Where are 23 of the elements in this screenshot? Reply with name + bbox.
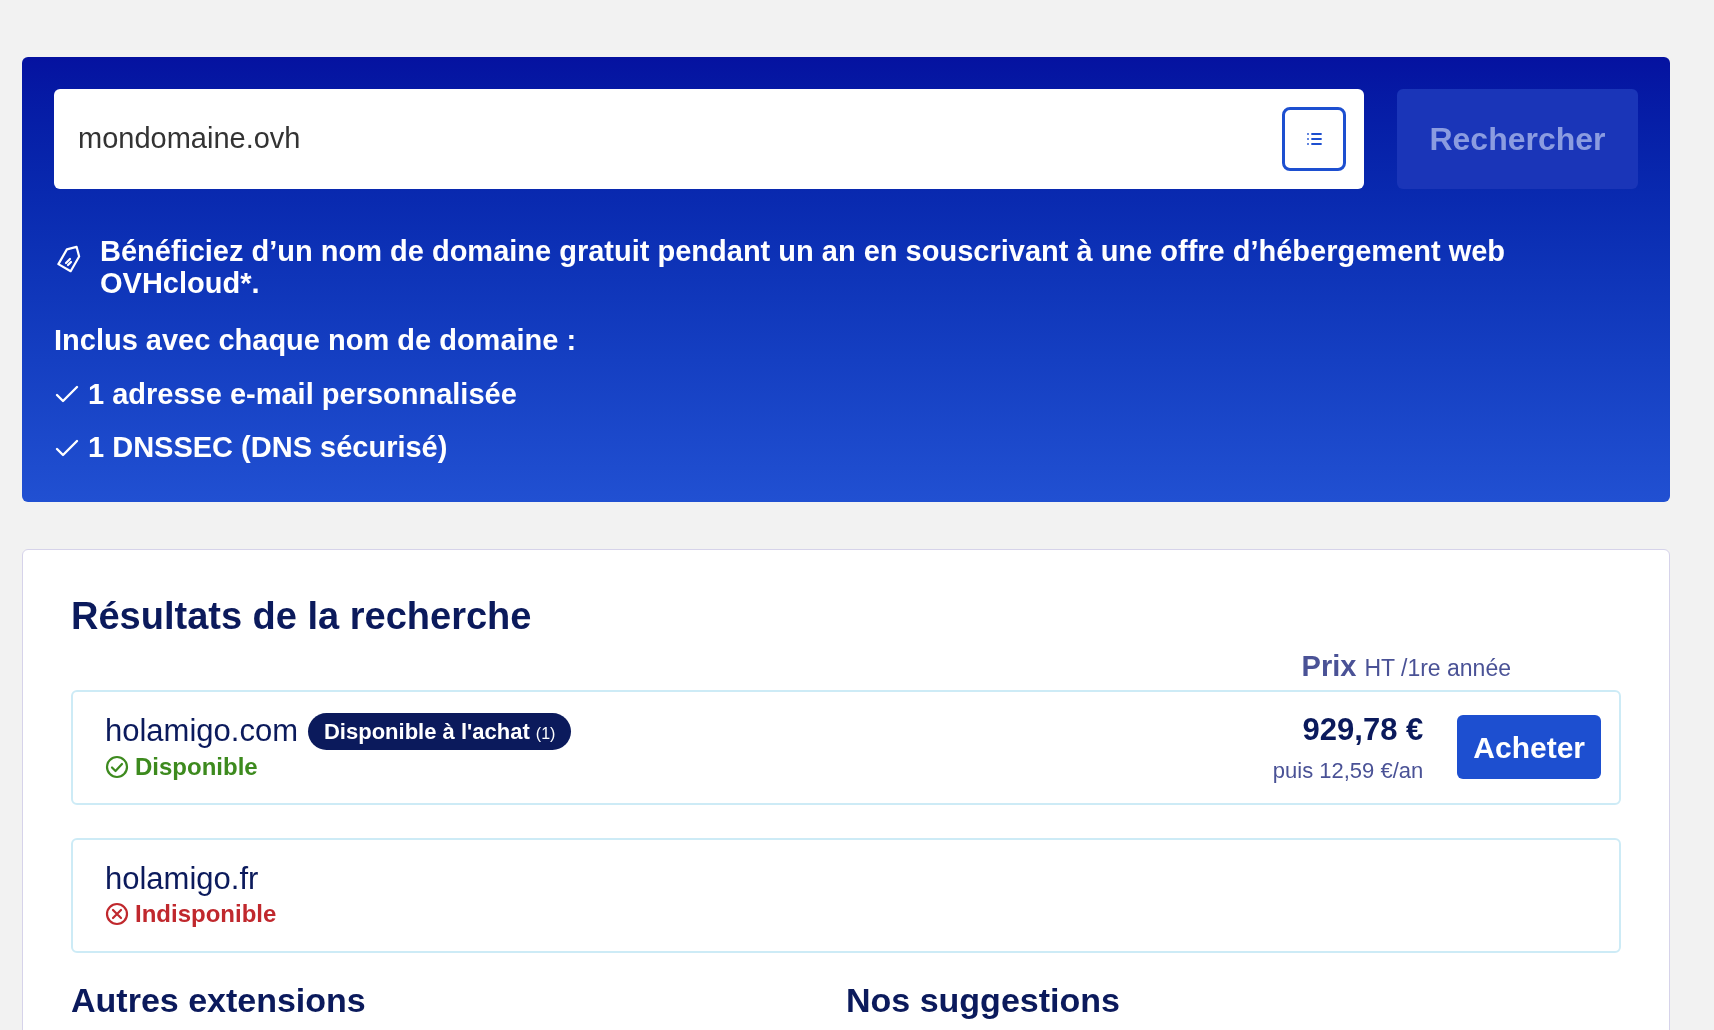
section-title: Nos suggestions: [846, 980, 1121, 1019]
renewal-price: puis 12,59 €/an: [1272, 756, 1424, 785]
included-item: 1 DNSSEC (DNS sécurisé): [88, 430, 448, 465]
included-item: 1 adresse e-mail personnalisée: [88, 376, 517, 412]
price: 929,78 €: [1302, 711, 1424, 750]
status-text: Disponible: [135, 751, 258, 782]
buy-button[interactable]: Acheter: [1457, 715, 1601, 779]
domain-name: holamigo.com: [105, 713, 298, 749]
price-note: HT /1re année: [1364, 653, 1511, 683]
included-title: Inclus avec chaque nom de domaine :: [54, 323, 578, 358]
availability-badge: Disponible à l'achat (1): [308, 712, 572, 750]
check-circle-icon: [105, 754, 129, 779]
price-label: Prix: [1301, 649, 1357, 682]
search-input[interactable]: mondomaine.ovh: [78, 117, 1282, 161]
section-title: Autres extensions: [71, 980, 367, 1019]
results-title: Résultats de la recherche: [71, 593, 533, 638]
search-field[interactable]: mondomaine.ovh: [54, 89, 1364, 189]
promo-text: Bénéficiez d’un nom de domaine gratuit pendant un an en souscrivant à une offre d’hébergement web OVHcloud*.: [100, 235, 1507, 299]
list-icon: [1305, 130, 1323, 148]
x-circle-icon: [105, 902, 129, 926]
status-text: Indisponible: [135, 899, 277, 929]
list-button[interactable]: [1282, 107, 1346, 171]
domain-name: holamigo.fr: [105, 861, 259, 897]
